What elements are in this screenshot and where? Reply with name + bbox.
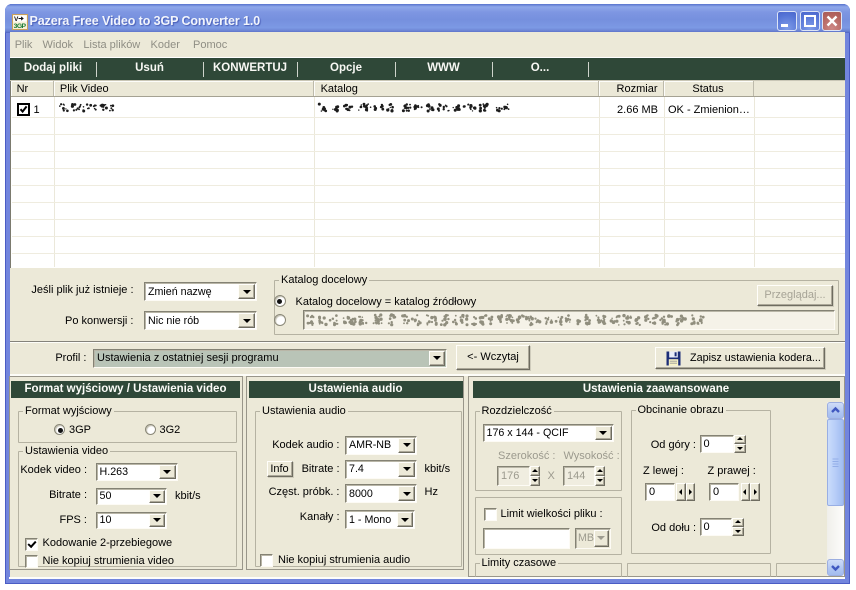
- svg-text:2.66 MB: 2.66 MB: [617, 104, 658, 116]
- svg-text:OK - Zmienion…: OK - Zmienion…: [668, 104, 750, 116]
- svg-text:3GP: 3GP: [14, 23, 27, 30]
